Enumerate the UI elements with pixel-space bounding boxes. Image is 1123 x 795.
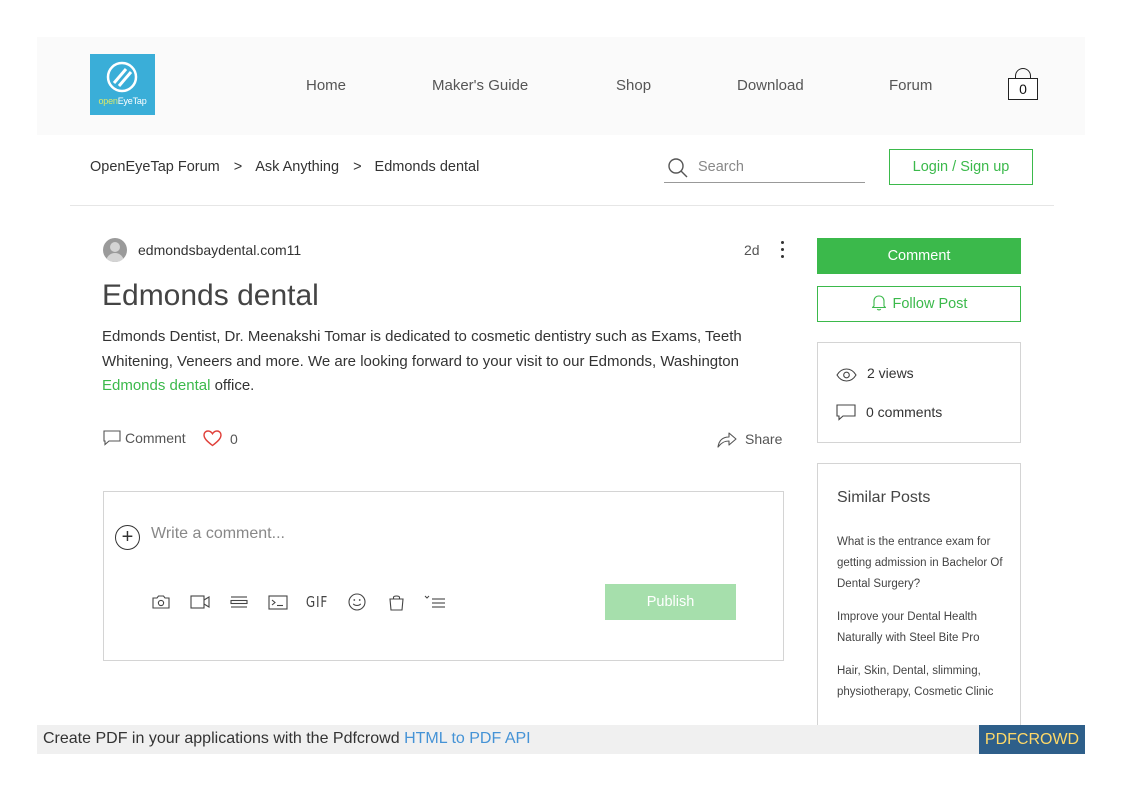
logo-word-open: open bbox=[98, 96, 118, 106]
code-icon[interactable] bbox=[268, 592, 288, 612]
breadcrumb-separator: > bbox=[353, 159, 362, 175]
post-author[interactable]: edmondsbaydental.com11 bbox=[138, 242, 301, 258]
like-count: 0 bbox=[230, 431, 238, 447]
post-age: 2d bbox=[744, 242, 760, 258]
similar-post-link[interactable]: Hair, Skin, Dental, slimming, physiother… bbox=[837, 661, 1007, 703]
list-icon[interactable] bbox=[424, 592, 446, 612]
similar-post-link[interactable]: What is the entrance exam for getting ad… bbox=[837, 532, 1007, 595]
video-icon[interactable] bbox=[190, 592, 210, 612]
breadcrumb-separator: > bbox=[233, 159, 243, 175]
cart-count: 0 bbox=[1008, 78, 1038, 100]
emoji-icon[interactable] bbox=[347, 592, 367, 612]
comment-action-label: Comment bbox=[125, 430, 186, 446]
pdfcrowd-logo[interactable]: PDFCROWD bbox=[979, 725, 1085, 754]
comment-icon bbox=[103, 430, 121, 446]
logo-mark-icon bbox=[106, 61, 138, 93]
comments-count: 0 comments bbox=[866, 404, 943, 420]
camera-icon[interactable] bbox=[152, 592, 170, 612]
nav-makers-guide[interactable]: Maker's Guide bbox=[432, 77, 528, 94]
pdf-banner-text: Create PDF in your applications with the… bbox=[43, 730, 531, 748]
comment-button[interactable]: Comment bbox=[817, 238, 1021, 274]
add-icon[interactable]: + bbox=[115, 525, 140, 550]
cart-button[interactable]: 0 bbox=[1008, 68, 1038, 106]
similar-posts-title: Similar Posts bbox=[837, 489, 931, 506]
similar-post-link[interactable]: Improve your Dental Health Naturally wit… bbox=[837, 607, 1007, 649]
pdf-banner: Create PDF in your applications with the… bbox=[37, 725, 1085, 754]
logo-word-eyetap: EyeTap bbox=[117, 96, 147, 106]
search-input[interactable] bbox=[698, 156, 858, 178]
search-bar bbox=[664, 154, 865, 183]
site-header: openEyeTap Home Maker's Guide Shop Downl… bbox=[37, 37, 1085, 135]
post-body-link[interactable]: Edmonds dental bbox=[102, 377, 210, 394]
post-body-text-end: office. bbox=[210, 377, 255, 394]
nav-forum[interactable]: Forum bbox=[889, 77, 932, 94]
breadcrumb-category[interactable]: Ask Anything bbox=[255, 159, 339, 175]
pdf-api-link[interactable]: HTML to PDF API bbox=[404, 730, 531, 747]
avatar[interactable] bbox=[103, 238, 127, 262]
divider-icon[interactable] bbox=[230, 592, 248, 612]
comment-input[interactable] bbox=[151, 525, 591, 549]
publish-button[interactable]: Publish bbox=[605, 584, 736, 620]
breadcrumb: OpenEyeTap Forum > Ask Anything > Edmonds de… bbox=[90, 159, 479, 175]
openeyetap-logo[interactable]: openEyeTap bbox=[90, 54, 155, 115]
eye-icon bbox=[836, 368, 857, 382]
comment-icon bbox=[836, 404, 856, 421]
login-signup-button[interactable]: Login / Sign up bbox=[889, 149, 1033, 185]
post-title: Edmonds dental bbox=[102, 279, 319, 312]
pdf-banner-message: Create PDF in your applications with the… bbox=[43, 730, 405, 747]
search-icon bbox=[668, 158, 688, 178]
follow-post-button[interactable]: Follow Post bbox=[817, 286, 1021, 322]
views-count: 2 views bbox=[867, 365, 914, 381]
comments-stat: 0 comments bbox=[836, 404, 942, 421]
share-icon bbox=[717, 432, 737, 448]
comment-action[interactable]: Comment bbox=[103, 430, 186, 446]
bell-icon bbox=[871, 295, 886, 311]
breadcrumb-current: Edmonds dental bbox=[374, 159, 480, 175]
more-options-icon[interactable] bbox=[776, 240, 788, 260]
header-divider bbox=[70, 205, 1054, 206]
nav-download[interactable]: Download bbox=[737, 77, 804, 94]
post-body-text: Edmonds Dentist, Dr. Meenakshi Tomar is … bbox=[102, 328, 742, 370]
share-action[interactable]: Share bbox=[717, 430, 782, 448]
bag-icon[interactable] bbox=[386, 592, 406, 612]
like-action[interactable]: 0 bbox=[203, 430, 238, 447]
follow-post-label: Follow Post bbox=[892, 296, 968, 312]
views-stat: 2 views bbox=[836, 365, 914, 382]
gif-icon[interactable]: GIF bbox=[306, 592, 328, 612]
logo-wordmark: openEyeTap bbox=[90, 96, 155, 106]
post-body: Edmonds Dentist, Dr. Meenakshi Tomar is … bbox=[102, 325, 762, 399]
breadcrumb-forum[interactable]: OpenEyeTap Forum bbox=[90, 159, 220, 175]
similar-posts: Similar Posts What is the entrance exam … bbox=[817, 463, 1021, 725]
post-stats: 2 views 0 comments bbox=[817, 342, 1021, 443]
nav-shop[interactable]: Shop bbox=[616, 77, 651, 94]
share-label: Share bbox=[745, 431, 783, 447]
comment-composer: + GIF Publish bbox=[103, 491, 784, 661]
nav-home[interactable]: Home bbox=[306, 77, 346, 94]
heart-icon bbox=[203, 430, 222, 447]
